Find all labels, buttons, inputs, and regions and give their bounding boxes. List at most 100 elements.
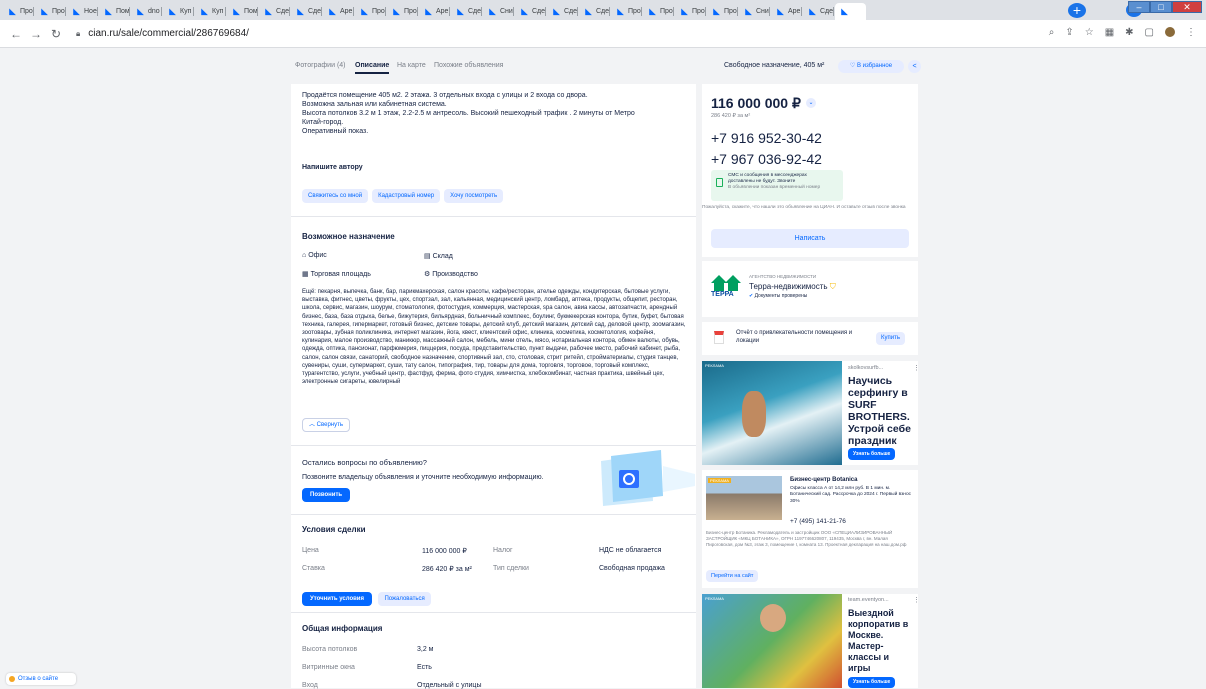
cadastral-number-button[interactable]: Кадастровый номер: [372, 189, 441, 203]
browser-tab[interactable]: ◣ Сде: [259, 3, 290, 20]
address-bar: ← → ↻ 🔒︎ cian.ru/sale/commercial/2867696…: [0, 20, 1206, 48]
ad-surf[interactable]: РЕКЛАМА skolkovsurfb... ⋮ Научись серфин…: [702, 361, 920, 465]
browser-tab[interactable]: ◣ Аре: [419, 3, 450, 20]
tab-title: Сни: [500, 8, 513, 15]
site-feedback-button[interactable]: Отзыв о сайте: [6, 673, 76, 685]
cian-favicon-icon: ◣: [425, 7, 432, 16]
ad-botanica[interactable]: РЕКЛАМА Бизнес-центр Botanica Офисы клас…: [702, 470, 918, 588]
favorite-button[interactable]: ♡ В избранное: [838, 60, 904, 73]
ad-image: РЕКЛАМА: [702, 594, 842, 688]
phone-number[interactable]: +7 967 036-92-42: [711, 151, 822, 167]
tab-title: Куп: [180, 8, 192, 15]
report-text: Отчёт о привлекательности помещения и ло…: [736, 330, 853, 344]
tab-title: Про: [52, 8, 65, 15]
cian-favicon-icon: ◣: [521, 7, 528, 16]
browser-tab[interactable]: ◣ Сде: [579, 3, 610, 20]
deal-value: 286 420 ₽ за м²: [422, 566, 472, 573]
tab-title: Аре: [436, 8, 449, 15]
browser-tab[interactable]: ◣ Сде: [291, 3, 322, 20]
ad-cta-button[interactable]: Узнать больше: [848, 677, 896, 688]
sidepanel-icon[interactable]: ▢: [1145, 27, 1154, 38]
minimize-icon[interactable]: –: [1128, 1, 1150, 13]
browser-tab[interactable]: ◣ Сде: [547, 3, 578, 20]
extension-icon[interactable]: ▦: [1105, 27, 1114, 38]
visit-site-button[interactable]: Перейти на сайт: [706, 570, 759, 582]
tab-description[interactable]: Описание: [355, 62, 390, 74]
browser-tab[interactable]: ◣ Сни: [483, 3, 514, 20]
purpose-item-production: ⚙︎ Производство: [424, 270, 478, 278]
reload-icon[interactable]: ↻: [46, 27, 66, 41]
browser-tab[interactable]: ◣ Куп: [195, 3, 226, 20]
browser-tab[interactable]: ◣ Сде: [515, 3, 546, 20]
browser-tab[interactable]: ◣ Ное: [67, 3, 98, 20]
browser-tab[interactable]: ◣ Про: [355, 3, 386, 20]
tab-similar[interactable]: Похожие объявления: [434, 62, 503, 69]
puzzle-icon[interactable]: ✱: [1125, 27, 1133, 38]
bookmark-star-icon[interactable]: ☆: [1085, 27, 1094, 38]
browser-tab[interactable]: ◣ Про: [611, 3, 642, 20]
purpose-more-list: Ещё: пекарня, выпечка, банк, бар, парикм…: [302, 289, 686, 386]
tab-map[interactable]: На карте: [397, 62, 426, 69]
browser-tab[interactable]: ◣ Про: [707, 3, 738, 20]
deal-value: Свободная продажа: [599, 565, 665, 572]
url-field[interactable]: cian.ru/sale/commercial/286769684/: [88, 28, 249, 39]
tab-photos[interactable]: Фотографии (4): [295, 62, 346, 69]
browser-tab[interactable]: ◣ Про: [35, 3, 66, 20]
complain-button[interactable]: Пожаловаться: [378, 592, 431, 606]
back-icon[interactable]: ←: [6, 27, 26, 41]
agency-name[interactable]: Терра-недвижимость ⛉: [749, 282, 836, 292]
browser-tab[interactable]: ◣ Пом: [99, 3, 130, 20]
tab-title: Аре: [788, 8, 801, 15]
browser-tab[interactable]: ◣ Про: [387, 3, 418, 20]
browser-tab[interactable]: ◣ Аре: [323, 3, 354, 20]
sms-line: В объявлении показан временный номер: [728, 185, 821, 190]
price: 116 000 000 ₽: [711, 95, 801, 111]
divider: [291, 514, 696, 515]
tab-title: Сде: [820, 8, 834, 15]
buy-report-button[interactable]: Купить: [876, 332, 905, 345]
call-button[interactable]: Позвонить: [302, 488, 351, 502]
deal-actions: Уточнить условия Пожаловаться: [302, 587, 435, 606]
maximize-icon[interactable]: □: [1150, 1, 1172, 13]
agency-logo[interactable]: ТЕРРА: [711, 269, 741, 299]
new-tab-button[interactable]: +: [1068, 3, 1086, 18]
browser-tab[interactable]: ◣ Аре: [771, 3, 802, 20]
contact-me-button[interactable]: Свяжитесь со мной: [302, 189, 369, 203]
browser-tab[interactable]: ◣ Про: [675, 3, 706, 20]
write-author-heading: Напишите автору: [302, 164, 363, 171]
browser-tab[interactable]: ◣ Пом: [227, 3, 258, 20]
browser-tab[interactable]: ◣ Про: [3, 3, 34, 20]
ad-cta-button[interactable]: Узнать больше: [848, 448, 896, 460]
tab-title: Аре: [340, 8, 353, 15]
cian-favicon-icon: ◣: [73, 7, 80, 16]
browser-tab[interactable]: ◣ Про: [643, 3, 674, 20]
tab-title: Про: [724, 8, 737, 15]
browser-tab[interactable]: ◣ Куп: [163, 3, 194, 20]
write-button[interactable]: Написать: [711, 229, 909, 248]
lock-icon[interactable]: 🔒︎: [76, 29, 80, 39]
share-button[interactable]: <: [908, 60, 921, 73]
menu-icon[interactable]: ⋮: [1186, 27, 1196, 38]
browser-tab[interactable]: ◣ Сде: [451, 3, 482, 20]
ad-menu-icon[interactable]: ⋮: [913, 596, 920, 604]
close-icon[interactable]: ✕: [1172, 1, 1202, 13]
ad-title: Научись серфингу в SURF BROTHERS. Устрой…: [848, 375, 911, 447]
collapse-button[interactable]: ︿ Свернуть: [302, 418, 350, 432]
zoom-icon[interactable]: ⌕: [1049, 27, 1055, 38]
warehouse-icon: ▤: [424, 253, 433, 260]
price-dropdown-icon[interactable]: ⌄: [806, 98, 816, 108]
share-page-icon[interactable]: ⇪: [1065, 27, 1073, 38]
forward-icon[interactable]: →: [26, 27, 46, 41]
ad-corporate[interactable]: РЕКЛАМА team.eventyon... ⋮ Выездной корп…: [702, 594, 920, 688]
want-to-see-button[interactable]: Хочу посмотреть: [444, 189, 504, 203]
avatar[interactable]: [1165, 27, 1175, 37]
phone-number[interactable]: +7 916 952-30-42: [711, 130, 822, 146]
clarify-terms-button[interactable]: Уточнить условия: [302, 592, 372, 606]
browser-tab[interactable]: ◣ Сни: [739, 3, 770, 20]
browser-tab[interactable]: ◣: [835, 3, 866, 20]
ad-menu-icon[interactable]: ⋮: [913, 364, 920, 372]
browser-tab[interactable]: ◣ dno: [131, 3, 162, 20]
browser-tab[interactable]: ◣ Сде: [803, 3, 834, 20]
ad-source: team.eventyon...: [848, 597, 889, 603]
ad-phone[interactable]: +7 (495) 141-21-76: [790, 518, 846, 525]
